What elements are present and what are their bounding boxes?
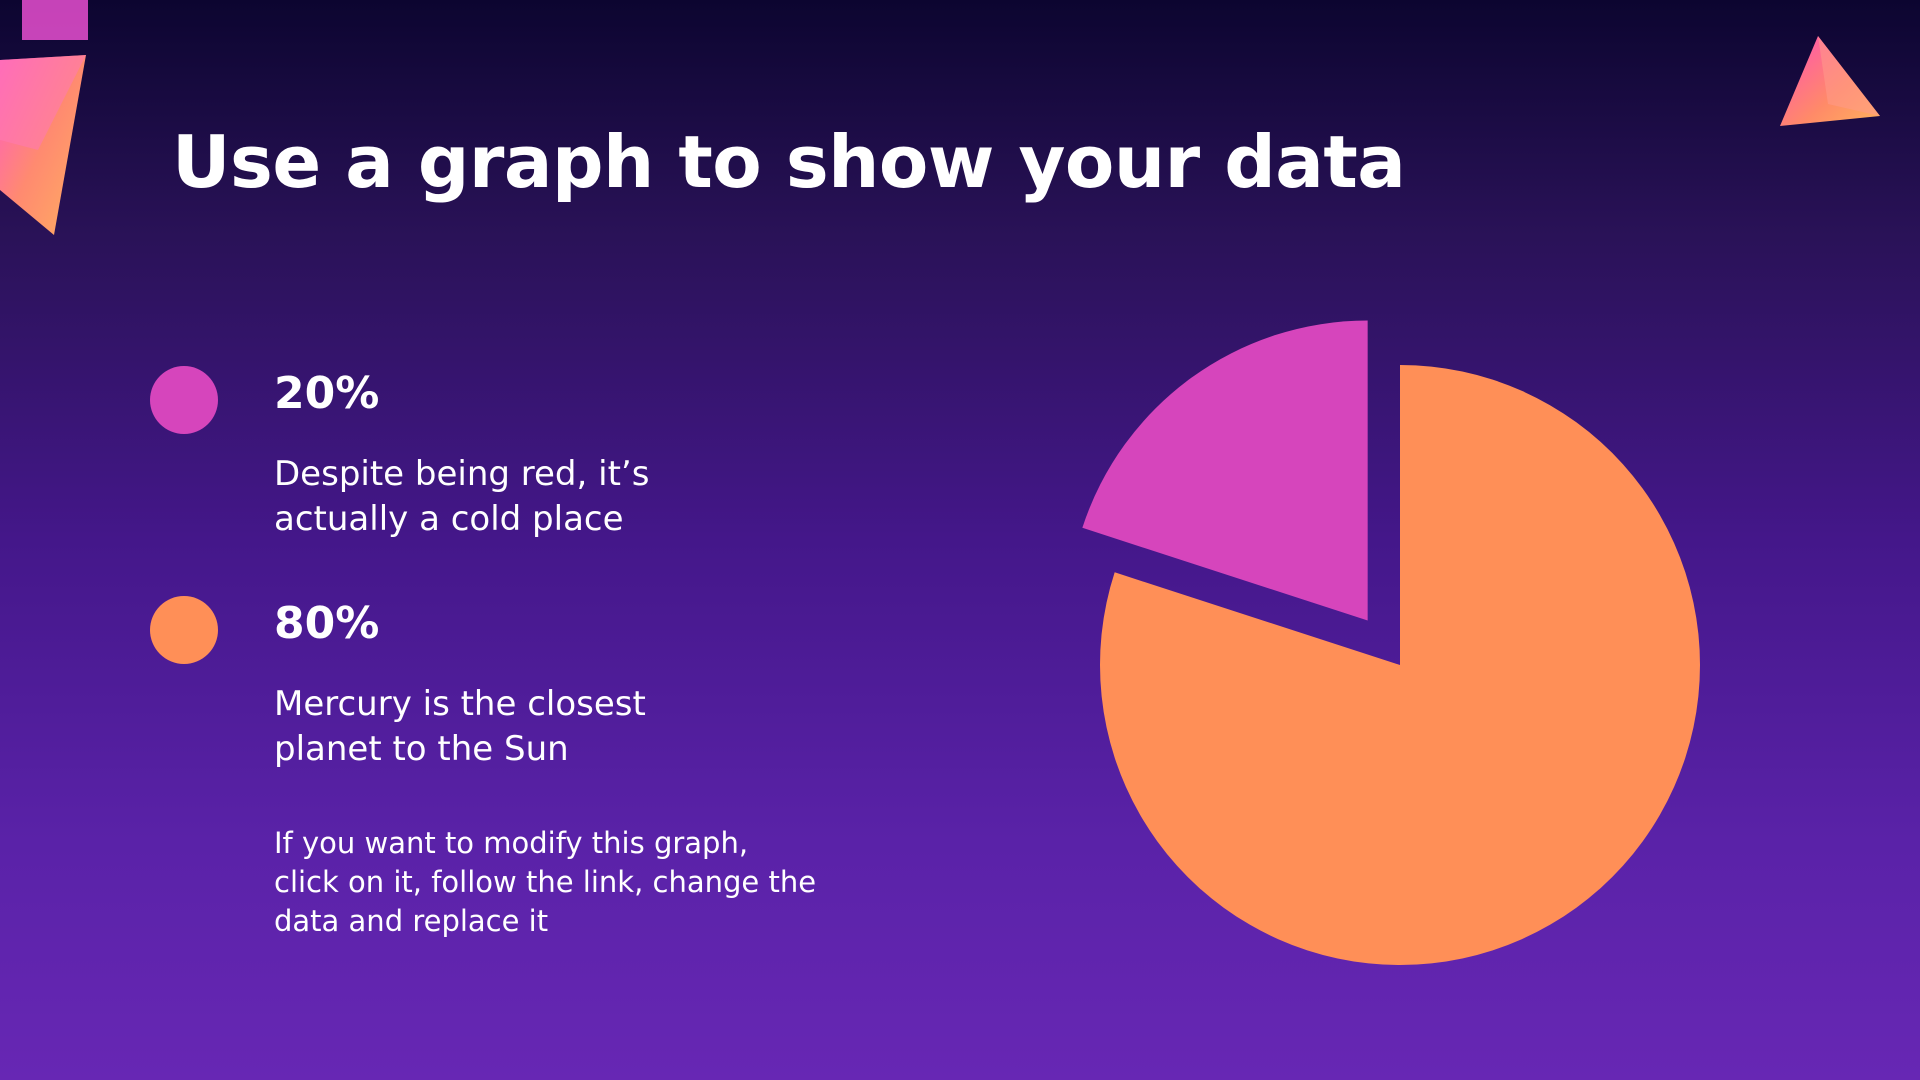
orange-circle-icon [150, 596, 218, 664]
slide-title: Use a graph to show your data [172, 120, 1406, 204]
instruction-note: If you want to modify this graph, click … [274, 826, 817, 938]
legend-description: Mercury is the closest planet to the Sun [274, 684, 646, 769]
pink-circle-icon [150, 366, 218, 434]
triangle-decoration-top-right [1780, 36, 1880, 126]
legend-description: Despite being red, it’s actually a cold … [274, 454, 650, 539]
triangle-decoration-top-left [0, 0, 88, 235]
legend-value: 20% [274, 368, 380, 419]
pie-slice-20-percent[interactable] [1082, 320, 1368, 621]
legend-value: 80% [274, 598, 380, 649]
pie-chart[interactable] [1040, 280, 1720, 980]
